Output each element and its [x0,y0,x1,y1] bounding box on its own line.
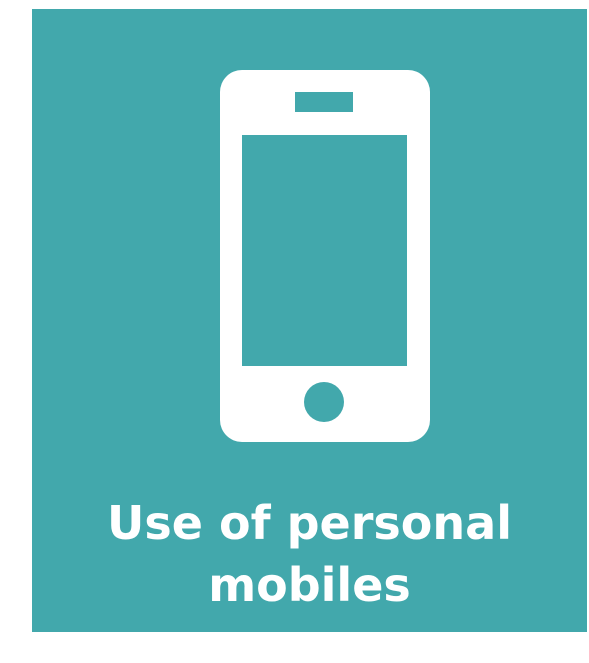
tile-caption: Use of personal mobiles [32,492,587,616]
caption-line-1: Use of personal [107,496,512,550]
mobile-phone-icon [220,70,430,442]
caption-line-2: mobiles [208,558,411,612]
